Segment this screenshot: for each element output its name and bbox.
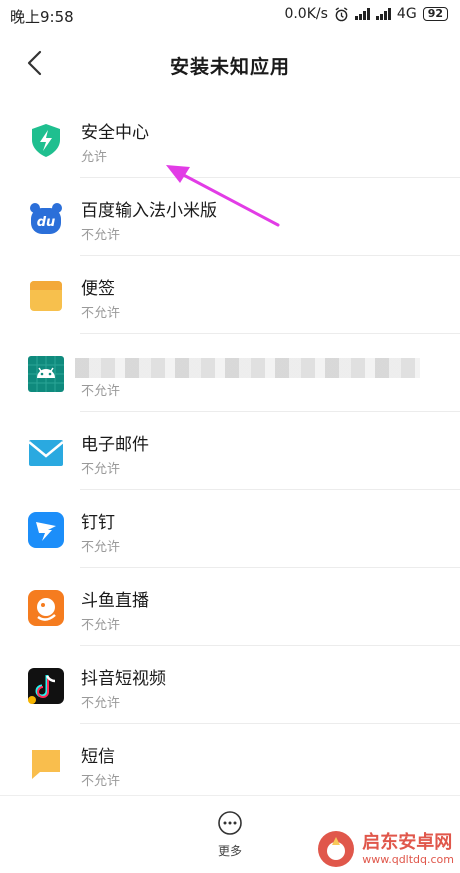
- app-name: 安全中心: [81, 123, 149, 143]
- app-permission: 不允许: [81, 228, 121, 243]
- app-name: 斗鱼直播: [81, 591, 149, 611]
- svg-text:du: du: [37, 215, 56, 230]
- dingtalk-icon: [28, 512, 64, 548]
- annotation-arrow-icon: [166, 165, 280, 227]
- message-icon: [32, 750, 60, 779]
- app-name: 抖音短视频: [81, 669, 166, 689]
- app-permission: 不允许: [81, 384, 121, 399]
- app-name: 钉钉: [81, 513, 115, 533]
- status-icons: 0.0K/s 4G 92: [284, 6, 448, 22]
- blurred-app-name: [75, 358, 420, 378]
- app-permission: 不允许: [81, 618, 121, 633]
- app-name: 便签: [81, 279, 115, 299]
- android-icon: [28, 356, 64, 392]
- page-title: 安装未知应用: [169, 56, 290, 78]
- more-label: 更多: [217, 844, 242, 858]
- status-time: 晚上9:58: [10, 8, 74, 26]
- app-name: 电子邮件: [81, 435, 149, 455]
- network-type: 4G: [396, 6, 417, 22]
- watermark: 启东安卓网 www.qdltdq.com: [316, 829, 454, 869]
- email-icon: [28, 440, 64, 466]
- list-item[interactable]: 电子邮件 不允许: [0, 412, 460, 490]
- alarm-icon: [335, 6, 348, 21]
- notes-icon: [30, 281, 62, 311]
- list-item[interactable]: 不允许: [0, 334, 460, 412]
- watermark-title: 启东安卓网: [362, 831, 453, 853]
- battery-icon: 92: [422, 7, 448, 21]
- douyu-icon: [28, 590, 64, 626]
- app-permission: 允许: [81, 150, 108, 165]
- watermark-logo-icon: [318, 831, 355, 867]
- watermark-url: www.qdltdq.com: [362, 852, 454, 866]
- tiktok-icon: [28, 668, 64, 704]
- app-permission: 不允许: [81, 540, 121, 555]
- status-bar: 晚上9:58 0.0K/s 4G 92: [0, 0, 460, 30]
- signal-icon-2: [375, 8, 391, 20]
- baidu-input-icon: du: [30, 203, 62, 234]
- list-item[interactable]: 短信 不允许: [0, 724, 460, 802]
- app-permission: 不允许: [81, 774, 121, 789]
- signal-icon: [354, 8, 370, 20]
- app-permission: 不允许: [81, 696, 121, 711]
- list-item[interactable]: 抖音短视频 不允许: [0, 646, 460, 724]
- more-button[interactable]: 更多: [205, 810, 255, 859]
- network-speed: 0.0K/s: [284, 6, 328, 22]
- header: 安装未知应用: [0, 30, 460, 98]
- list-item[interactable]: 便签 不允许: [0, 256, 460, 334]
- app-name: 短信: [81, 747, 115, 767]
- app-permission: 不允许: [81, 306, 121, 321]
- list-item[interactable]: 钉钉 不允许: [0, 490, 460, 568]
- list-item[interactable]: 斗鱼直播 不允许: [0, 568, 460, 646]
- app-permission: 不允许: [81, 462, 121, 477]
- more-icon: [218, 811, 242, 835]
- bottom-bar: 更多 启东安卓网 www.qdltdq.com: [0, 795, 460, 873]
- shield-icon: [32, 124, 60, 157]
